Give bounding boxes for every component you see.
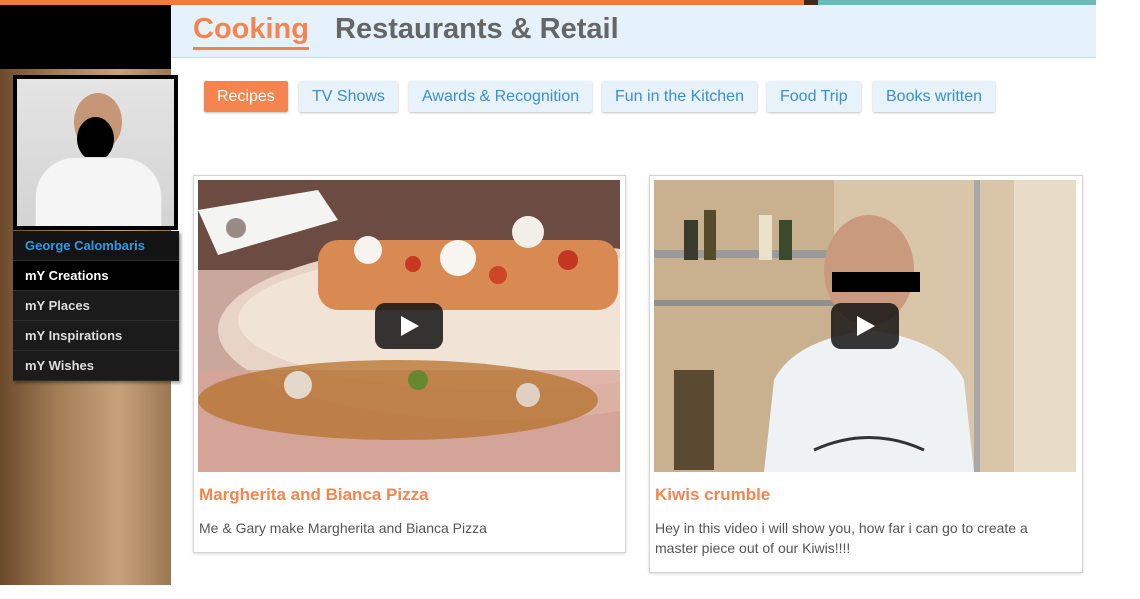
video-description: Hey in this video i will show you, how f… xyxy=(655,520,1028,556)
tab-cooking[interactable]: Cooking xyxy=(193,13,309,50)
left-top-black-block xyxy=(0,5,171,69)
video-description: Me & Gary make Margherita and Bianca Piz… xyxy=(199,520,487,536)
video-thumbnail[interactable] xyxy=(654,180,1076,472)
subnav-recipes[interactable]: Recipes xyxy=(204,81,288,112)
video-thumbnail[interactable] xyxy=(198,180,620,472)
subnav-food-trip[interactable]: Food Trip xyxy=(767,81,861,112)
play-icon[interactable] xyxy=(831,303,899,349)
sidebar-item-places[interactable]: mY Places xyxy=(13,291,179,321)
profile-photo-frame xyxy=(13,75,178,230)
video-title[interactable]: Kiwis crumble xyxy=(655,485,770,505)
tab-restaurants-retail[interactable]: Restaurants & Retail xyxy=(335,13,619,46)
section-header: Cooking Restaurants & Retail xyxy=(171,5,1096,58)
sidebar-item-creations[interactable]: mY Creations xyxy=(13,261,179,291)
subnav-awards-recognition[interactable]: Awards & Recognition xyxy=(409,81,593,112)
sidebar-item-inspirations[interactable]: mY Inspirations xyxy=(13,321,179,351)
subnav-books-written[interactable]: Books written xyxy=(873,81,996,112)
sidebar-item-wishes[interactable]: mY Wishes xyxy=(13,351,179,381)
subnav-tv-shows[interactable]: TV Shows xyxy=(299,81,398,112)
play-icon[interactable] xyxy=(375,303,443,349)
chef-portrait-icon xyxy=(17,79,174,226)
video-title[interactable]: Margherita and Bianca Pizza xyxy=(199,485,429,505)
video-card: Margherita and Bianca Pizza Me & Gary ma… xyxy=(193,175,626,553)
subnav-fun-in-the-kitchen[interactable]: Fun in the Kitchen xyxy=(602,81,757,112)
video-card: Kiwis crumble Hey in this video i will s… xyxy=(649,175,1083,573)
sidebar-item-profile-name[interactable]: George Calombaris xyxy=(13,231,179,261)
sidebar-menu: George Calombaris mY Creations mY Places… xyxy=(13,231,179,381)
